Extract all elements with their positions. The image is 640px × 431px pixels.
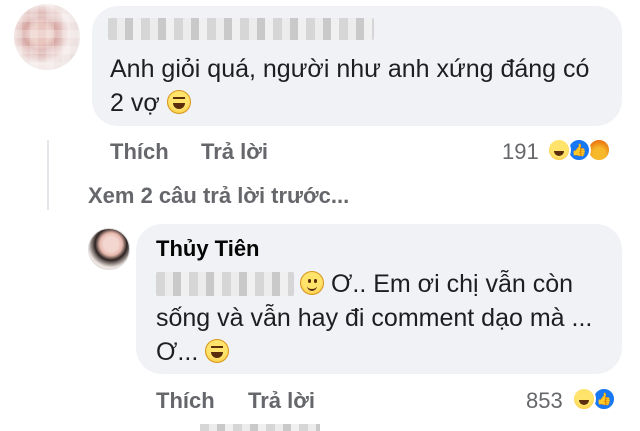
haha-reaction-icon [547,138,571,162]
reply-text: Ơ.. Em ơi chị vẫn còn sống và vẫn hay đi… [156,267,616,369]
haha-reaction-icon [572,387,596,411]
smiling-emoji-icon [300,271,324,295]
reply-reply-button[interactable]: Trả lời [248,388,315,414]
reply-author-avatar[interactable] [88,228,130,270]
reply-like-button[interactable]: Thích [156,388,215,414]
view-previous-replies-link[interactable]: Xem 2 câu trả lời trước... [88,183,349,209]
laughing-emoji-icon [205,339,230,363]
commenter-avatar-blurred[interactable] [14,4,80,70]
reply-author-name[interactable]: Thủy Tiên [156,236,260,262]
comment-text: Anh giỏi quá, người như anh xứng đáng có… [110,52,610,120]
laughing-emoji-icon [166,90,191,114]
commenter-name-blurred[interactable] [108,18,374,40]
reply-button[interactable]: Trả lời [201,139,268,165]
reaction-count[interactable]: 191 [502,139,539,165]
cropped-blurred-content [200,424,320,431]
like-button[interactable]: Thích [110,139,169,165]
mention-blurred[interactable] [156,272,294,296]
thread-connector [47,140,49,210]
reply-reaction-count[interactable]: 853 [526,388,563,414]
